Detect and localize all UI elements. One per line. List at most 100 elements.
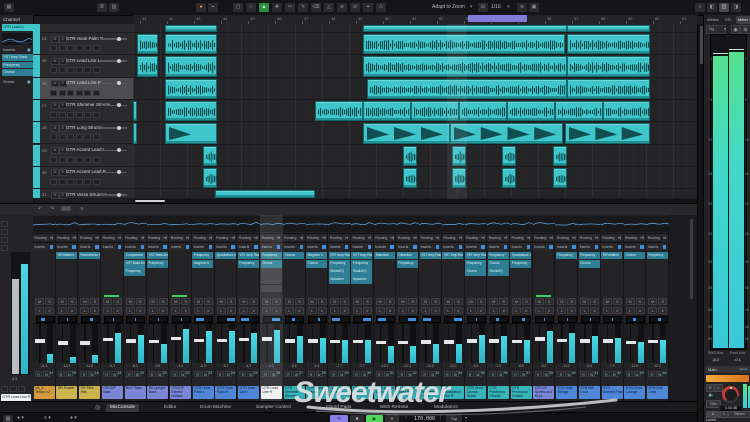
strip-pan-slider[interactable] — [399, 316, 418, 323]
channel-strip[interactable]: RoutingInsertsVST Amp RackMSLe-12.0RW34G… — [442, 215, 465, 401]
strip-pan-slider[interactable] — [149, 316, 168, 323]
strip-inserts-row[interactable]: Inserts — [101, 242, 123, 250]
slider-handle[interactable] — [117, 81, 121, 85]
strip-mute-button[interactable]: M — [557, 298, 566, 305]
audio-clip[interactable] — [555, 101, 603, 122]
strip-routing-row[interactable]: Routing — [283, 233, 305, 241]
channel-strip[interactable]: RoutingInsertsMSLe-5.0RW39GROUP Synths a… — [533, 215, 556, 401]
setup-icon[interactable]: ≡ — [695, 3, 705, 12]
channel-name-label[interactable]: BA Upright Bass — [147, 386, 168, 399]
track-mini-buttons[interactable] — [50, 112, 100, 118]
strip-routing-row[interactable]: Routing — [33, 233, 55, 241]
channel-strip[interactable]: RoutingInsertsFrequencyChorusMSLe-9.8RW4… — [578, 215, 601, 401]
audio-clip[interactable] — [165, 101, 217, 122]
strip-edit-button[interactable]: e — [113, 307, 122, 314]
strip-routing-row[interactable]: Routing — [624, 233, 646, 241]
insert-slot[interactable]: Squasher — [351, 276, 372, 284]
slider-handle[interactable] — [117, 170, 121, 174]
strip-mute-button[interactable]: M — [171, 298, 180, 305]
audio-clip[interactable] — [363, 123, 450, 145]
strip-listen-button[interactable]: L — [149, 307, 158, 314]
strip-read-button[interactable]: R — [648, 371, 655, 377]
arrange-track-lane[interactable] — [133, 122, 697, 145]
channel-name-label[interactable]: GTR Shimmer Strums — [284, 386, 305, 399]
channel-name-label[interactable]: GTR Long Strums — [306, 386, 327, 399]
channel-name-label[interactable]: GTR Modulation Hits L — [420, 386, 441, 399]
levels-section-label[interactable]: Levels — [706, 418, 716, 422]
fader-handle[interactable] — [398, 341, 408, 345]
strip-pan-slider[interactable] — [649, 316, 668, 323]
snap-icon[interactable]: ● — [196, 3, 206, 12]
strip-inserts-row[interactable]: Inserts — [56, 242, 78, 250]
strip-mute-button[interactable]: M — [194, 298, 203, 305]
track-header[interactable]: 24MSGTR Hook Palm R — [33, 33, 133, 55]
audio-clip[interactable] — [137, 34, 158, 55]
strip-edit-button[interactable]: e — [613, 307, 622, 314]
strip-inserts-row[interactable]: Inserts — [169, 242, 191, 250]
strip-eq-curve[interactable] — [646, 216, 668, 232]
grid-icon[interactable]: ⊞ — [478, 3, 488, 12]
strip-routing-row[interactable]: Routing — [465, 233, 487, 241]
strip-listen-button[interactable]: L — [626, 307, 635, 314]
slider-handle[interactable] — [117, 126, 121, 130]
strip-read-button[interactable]: R — [239, 371, 246, 377]
strip-edit-button[interactable]: e — [90, 307, 99, 314]
strip-mute-button[interactable]: M — [330, 298, 339, 305]
cycle-button[interactable]: ⟲ — [330, 415, 348, 422]
strip-read-button[interactable]: R — [103, 371, 110, 377]
strip-fader-zone[interactable] — [169, 323, 191, 363]
insert-slot[interactable]: Chorus — [579, 260, 600, 268]
strip-edit-button[interactable]: e — [522, 307, 531, 314]
strip-fader-zone[interactable] — [283, 323, 305, 363]
lower-tab-midi-remote[interactable]: MIDI Remote — [376, 404, 412, 412]
grid-value[interactable]: 1/16 — [491, 4, 501, 10]
strip-mute-button[interactable]: M — [35, 298, 44, 305]
fader-handle[interactable] — [285, 339, 295, 343]
strip-mute-button[interactable]: M — [489, 298, 498, 305]
strip-solo-button[interactable]: S — [113, 298, 122, 305]
strip-eq-curve[interactable] — [260, 216, 282, 232]
strip-fader-zone[interactable] — [442, 323, 464, 363]
audio-clip[interactable] — [403, 168, 417, 189]
workspace-icon[interactable]: ▦ — [4, 3, 14, 12]
strip-listen-button[interactable]: L — [217, 307, 226, 314]
track-visibility-icon[interactable]: ≣ — [97, 3, 107, 12]
strip-edit-button[interactable]: e — [318, 307, 327, 314]
audio-clip[interactable] — [565, 123, 650, 145]
audio-clip[interactable] — [203, 168, 217, 189]
strip-edit-button[interactable]: e — [68, 307, 77, 314]
track-volume-slider[interactable] — [100, 194, 127, 196]
strip-inserts-row[interactable]: Inserts — [555, 242, 577, 250]
downmix-button[interactable]: Stereo — [728, 411, 750, 418]
channel-name-label[interactable]: GTR Lead Line R — [261, 386, 282, 399]
strip-inserts-row[interactable]: Inserts — [237, 242, 259, 250]
insert-slot[interactable]: Squasher — [329, 276, 350, 284]
strip-mute-button[interactable]: M — [149, 298, 158, 305]
audio-clip[interactable] — [215, 190, 315, 199]
strip-inserts-row[interactable]: Inserts — [33, 242, 55, 250]
strip-eq-curve[interactable] — [33, 216, 55, 232]
slider-handle[interactable] — [117, 59, 121, 63]
strip-pan-slider[interactable] — [58, 316, 77, 323]
inserts-add-icon[interactable]: ▣ — [27, 47, 31, 52]
fader-handle[interactable] — [262, 337, 272, 341]
insert-slot[interactable]: Chorus — [624, 252, 645, 260]
channel-name-label[interactable]: GTR Prechorus Chords — [488, 386, 509, 399]
strip-pan-slider[interactable] — [263, 316, 282, 323]
strip-solo-button[interactable]: S — [340, 298, 349, 305]
strip-listen-button[interactable]: L — [58, 307, 67, 314]
strip-solo-button[interactable]: S — [636, 298, 645, 305]
audio-clip[interactable] — [553, 168, 567, 189]
strip-mute-button[interactable]: M — [80, 298, 89, 305]
mixer-scrollbar[interactable] — [690, 219, 693, 299]
strip-mute-button[interactable]: M — [512, 298, 521, 305]
audio-clip[interactable] — [363, 101, 411, 122]
track-header[interactable]: 30MSGTR Accent Lead R — [33, 167, 133, 189]
strip-eq-curve[interactable] — [510, 216, 532, 232]
comp-tool-icon[interactable]: ♺ — [376, 3, 386, 12]
strip-pan-slider[interactable] — [422, 316, 441, 323]
insert-slot[interactable]: VST Amp Rack — [442, 252, 463, 260]
strip-mute-button[interactable]: M — [398, 298, 407, 305]
strip-pan-slider[interactable] — [376, 316, 395, 323]
track-volume-slider[interactable] — [100, 127, 127, 129]
